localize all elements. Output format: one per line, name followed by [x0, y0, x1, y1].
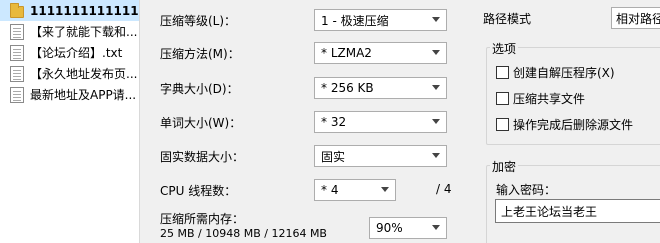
file-row-folder[interactable]: 1111111111111111... — [0, 0, 139, 21]
file-row[interactable]: 最新地址及APP请... — [0, 84, 139, 105]
sfx-checkbox-label: 创建自解压程序(X) — [513, 66, 615, 80]
word-size-select[interactable]: * 32 — [314, 111, 447, 133]
method-label: 压缩方法(M)： — [160, 47, 240, 61]
chevron-down-icon — [432, 17, 440, 23]
chevron-down-icon — [432, 119, 440, 125]
sfx-checkbox[interactable] — [496, 66, 509, 79]
shared-checkbox-row[interactable]: 压缩共享文件 — [496, 90, 585, 107]
chevron-down-icon — [432, 50, 440, 56]
chevron-down-icon — [432, 225, 440, 231]
solid-size-value: 固实 — [321, 149, 346, 164]
chevron-down-icon — [432, 153, 440, 159]
document-icon — [10, 65, 24, 82]
dictionary-value: * 256 KB — [321, 81, 374, 95]
word-size-value: * 32 — [321, 115, 347, 129]
options-title: 选项 — [490, 40, 519, 57]
file-name: 【永久地址发布页... — [30, 67, 138, 81]
cpu-threads-label: CPU 线程数： — [160, 184, 237, 198]
path-mode-select[interactable]: 相对路径 — [611, 7, 660, 29]
memory-label: 压缩所需内存： — [160, 212, 245, 226]
file-row[interactable]: 【来了就能下载和... — [0, 21, 139, 42]
dictionary-label: 字典大小(D)： — [160, 82, 239, 96]
sfx-checkbox-row[interactable]: 创建自解压程序(X) — [496, 64, 615, 81]
cpu-threads-value: * 4 — [321, 183, 339, 197]
delete-after-checkbox-row[interactable]: 操作完成后删除源文件 — [496, 116, 633, 133]
document-icon — [10, 44, 24, 61]
level-value: 1 - 极速压缩 — [321, 13, 389, 28]
encryption-title: 加密 — [490, 158, 519, 175]
file-name: 最新地址及APP请... — [30, 88, 137, 102]
dictionary-select[interactable]: * 256 KB — [314, 77, 447, 99]
password-value: 上老王论坛当老王 — [501, 204, 598, 219]
cpu-threads-select[interactable]: * 4 — [314, 179, 396, 201]
method-select[interactable]: * LZMA2 — [314, 42, 447, 64]
solid-size-select[interactable]: 固实 — [314, 145, 447, 167]
path-mode-label: 路径模式 — [483, 12, 532, 26]
memory-percent-value: 90% — [376, 221, 403, 235]
cpu-threads-total: / 4 — [436, 182, 452, 196]
password-label: 输入密码： — [496, 183, 557, 197]
file-name: 【来了就能下载和... — [30, 25, 138, 39]
file-row[interactable]: 【论坛介绍】.txt — [0, 42, 139, 63]
folder-icon — [10, 2, 24, 18]
document-icon — [10, 23, 24, 40]
level-label: 压缩等级(L)： — [160, 14, 237, 28]
word-size-label: 单词大小(W)： — [160, 116, 242, 130]
delete-after-checkbox-label: 操作完成后删除源文件 — [513, 118, 634, 132]
document-icon — [10, 86, 24, 103]
shared-checkbox-label: 压缩共享文件 — [513, 92, 586, 106]
delete-after-checkbox[interactable] — [496, 118, 509, 131]
file-name: 1111111111111111... — [30, 3, 139, 18]
file-row[interactable]: 【永久地址发布页... — [0, 63, 139, 84]
password-input[interactable]: 上老王论坛当老王 — [495, 199, 660, 223]
memory-percent-select[interactable]: 90% — [369, 217, 447, 239]
method-value: * LZMA2 — [321, 46, 372, 60]
solid-size-label: 固实数据大小： — [160, 150, 245, 164]
chevron-down-icon — [381, 187, 389, 193]
chevron-down-icon — [432, 85, 440, 91]
memory-value: 25 MB / 10948 MB / 12164 MB — [160, 227, 327, 240]
path-mode-value: 相对路径 — [616, 11, 660, 26]
file-list: 1111111111111111... 【来了就能下载和... 【论坛介绍】.t… — [0, 0, 140, 243]
shared-checkbox[interactable] — [496, 92, 509, 105]
file-name: 【论坛介绍】.txt — [30, 46, 123, 60]
level-select[interactable]: 1 - 极速压缩 — [314, 9, 447, 31]
